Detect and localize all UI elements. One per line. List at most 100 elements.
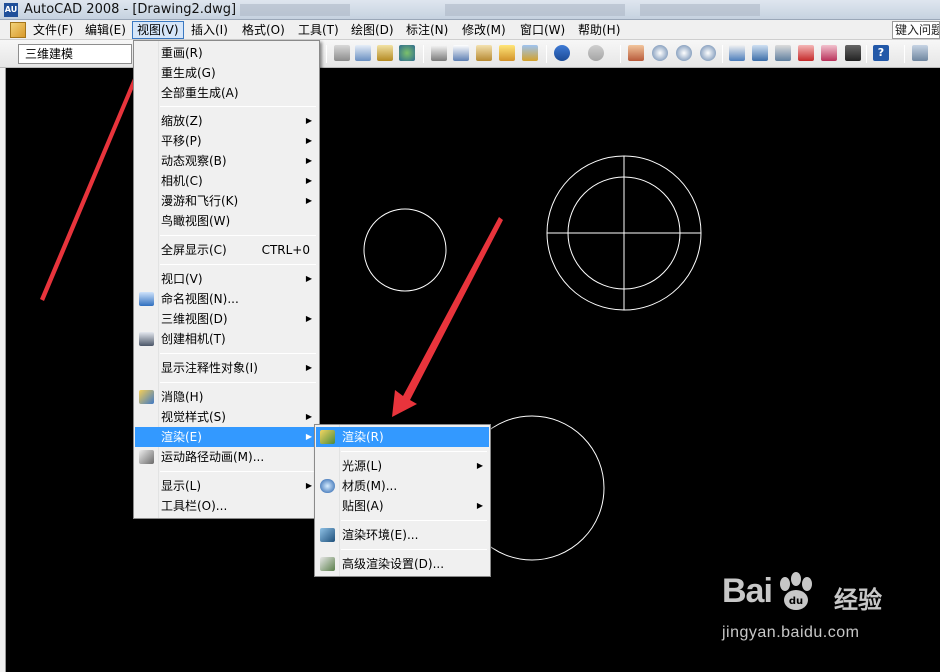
menu-item-render[interactable]: 渲染(E) ▶: [135, 427, 318, 447]
submenu-arrow-icon: ▶: [476, 461, 483, 470]
menu-file[interactable]: 文件(F): [29, 21, 77, 39]
menu-draw[interactable]: 绘图(D): [347, 21, 398, 39]
motion-path-icon: [139, 450, 154, 464]
plot-icon[interactable]: [334, 45, 350, 61]
publish-icon[interactable]: [377, 45, 393, 61]
submenu-arrow-icon: ▶: [305, 432, 312, 441]
submenu-arrow-icon: ▶: [305, 314, 312, 323]
menu-item-create-camera[interactable]: 创建相机(T): [135, 329, 318, 349]
menu-item-label: 命名视图(N)...: [161, 292, 239, 306]
menu-item-3d-views[interactable]: 三维视图(D) ▶: [135, 309, 318, 329]
background-tab-ghost: [240, 4, 350, 16]
redo-icon[interactable]: [588, 45, 604, 61]
baidu-logo-text: Bai: [722, 572, 773, 610]
menu-item-label: 视觉样式(S): [161, 410, 226, 424]
menu-item-clean-screen[interactable]: 全屏显示(C) CTRL+0: [135, 240, 318, 260]
menu-item-label: 动态观察(B): [161, 154, 227, 168]
tool-palettes-icon[interactable]: [775, 45, 791, 61]
toolbar-separator: [722, 45, 723, 63]
menu-item-hide[interactable]: 消隐(H): [135, 387, 318, 407]
menu-separator: [160, 353, 316, 354]
submenu-item-materials[interactable]: 材质(M)...: [316, 476, 489, 496]
menu-window[interactable]: 窗口(W): [516, 21, 569, 39]
menu-item-label: 光源(L): [342, 459, 383, 473]
plot-preview-icon[interactable]: [355, 45, 371, 61]
menu-item-regen[interactable]: 重生成(G): [135, 63, 318, 83]
menu-separator: [341, 451, 487, 452]
menu-item-motion-path-animation[interactable]: 运动路径动画(M)...: [135, 447, 318, 467]
menu-view[interactable]: 视图(V): [132, 21, 184, 39]
menu-format[interactable]: 格式(O): [238, 21, 289, 39]
menu-item-named-views[interactable]: 命名视图(N)...: [135, 289, 318, 309]
menu-item-annotative-objects[interactable]: 显示注释性对象(I) ▶: [135, 358, 318, 378]
hide-icon: [139, 390, 154, 404]
menu-item-aerial-view[interactable]: 鸟瞰视图(W): [135, 211, 318, 231]
block-editor-icon[interactable]: [522, 45, 538, 61]
submenu-item-advanced-render-settings[interactable]: 高级渲染设置(D)...: [316, 554, 489, 574]
menu-modify[interactable]: 修改(M): [458, 21, 510, 39]
menu-item-zoom[interactable]: 缩放(Z) ▶: [135, 111, 318, 131]
menu-item-label: 运动路径动画(M)...: [161, 450, 265, 464]
properties-icon[interactable]: [729, 45, 745, 61]
background-tab-ghost: [640, 4, 760, 16]
submenu-item-lights[interactable]: 光源(L) ▶: [316, 456, 489, 476]
zoom-previous-icon[interactable]: [700, 45, 716, 61]
menu-item-regen-all[interactable]: 全部重生成(A): [135, 83, 318, 103]
submenu-item-render[interactable]: 渲染(R): [316, 427, 489, 447]
menu-item-label: 漫游和飞行(K): [161, 194, 239, 208]
cut-icon[interactable]: [431, 45, 447, 61]
menu-item-redraw[interactable]: 重画(R): [135, 43, 318, 63]
menu-item-orbit[interactable]: 动态观察(B) ▶: [135, 151, 318, 171]
menu-item-label: 全部重生成(A): [161, 86, 239, 100]
submenu-arrow-icon: ▶: [305, 274, 312, 283]
menu-help[interactable]: 帮助(H): [574, 21, 624, 39]
background-tab-ghost: [445, 4, 625, 16]
help-icon[interactable]: ?: [873, 45, 889, 61]
baidu-paw-icon: du: [780, 572, 812, 610]
calculator-icon[interactable]: [845, 45, 861, 61]
menu-item-viewports[interactable]: 视口(V) ▶: [135, 269, 318, 289]
menu-separator: [160, 471, 316, 472]
title-bar: AU AutoCAD 2008 - [Drawing2.dwg]: [0, 0, 940, 20]
menu-item-label: 相机(C): [161, 174, 203, 188]
menu-item-camera[interactable]: 相机(C) ▶: [135, 171, 318, 191]
document-icon[interactable]: [10, 22, 26, 38]
help-search-input[interactable]: 键入问题: [892, 21, 940, 39]
menu-item-pan[interactable]: 平移(P) ▶: [135, 131, 318, 151]
menu-dimension[interactable]: 标注(N): [402, 21, 452, 39]
menu-edit[interactable]: 编辑(E): [81, 21, 130, 39]
menu-item-shortcut: CTRL+0: [261, 243, 310, 257]
submenu-item-mapping[interactable]: 贴图(A) ▶: [316, 496, 489, 516]
markup-set-icon[interactable]: [821, 45, 837, 61]
menu-tools[interactable]: 工具(T): [294, 21, 343, 39]
layers-icon[interactable]: [912, 45, 928, 61]
copy-icon[interactable]: [453, 45, 469, 61]
menu-item-visual-styles[interactable]: 视觉样式(S) ▶: [135, 407, 318, 427]
sheet-set-icon[interactable]: [798, 45, 814, 61]
menu-item-label: 重生成(G): [161, 66, 216, 80]
toolbar-separator: [620, 45, 621, 63]
zoom-realtime-icon[interactable]: [652, 45, 668, 61]
submenu-arrow-icon: ▶: [305, 412, 312, 421]
undo-icon[interactable]: [554, 45, 570, 61]
submenu-arrow-icon: ▶: [305, 116, 312, 125]
menu-item-toolbars[interactable]: 工具栏(O)...: [135, 496, 318, 516]
match-properties-icon[interactable]: [499, 45, 515, 61]
submenu-arrow-icon: ▶: [305, 363, 312, 372]
menu-item-display[interactable]: 显示(L) ▶: [135, 476, 318, 496]
3d-dwf-icon[interactable]: [399, 45, 415, 61]
menu-item-walk-fly[interactable]: 漫游和飞行(K) ▶: [135, 191, 318, 211]
paste-icon[interactable]: [476, 45, 492, 61]
menu-insert[interactable]: 插入(I): [187, 21, 232, 39]
pan-icon[interactable]: [628, 45, 644, 61]
menu-item-label: 贴图(A): [342, 499, 384, 513]
menu-item-label: 工具栏(O)...: [161, 499, 228, 513]
menu-item-label: 材质(M)...: [342, 479, 398, 493]
submenu-item-render-environment[interactable]: 渲染环境(E)...: [316, 525, 489, 545]
menu-bar: 文件(F) 编辑(E) 视图(V) 插入(I) 格式(O) 工具(T) 绘图(D…: [0, 20, 940, 40]
zoom-window-icon[interactable]: [676, 45, 692, 61]
design-center-icon[interactable]: [752, 45, 768, 61]
menu-separator: [160, 106, 316, 107]
workspace-select[interactable]: 三维建模: [18, 44, 132, 64]
autocad-app-icon[interactable]: AU: [4, 3, 18, 17]
